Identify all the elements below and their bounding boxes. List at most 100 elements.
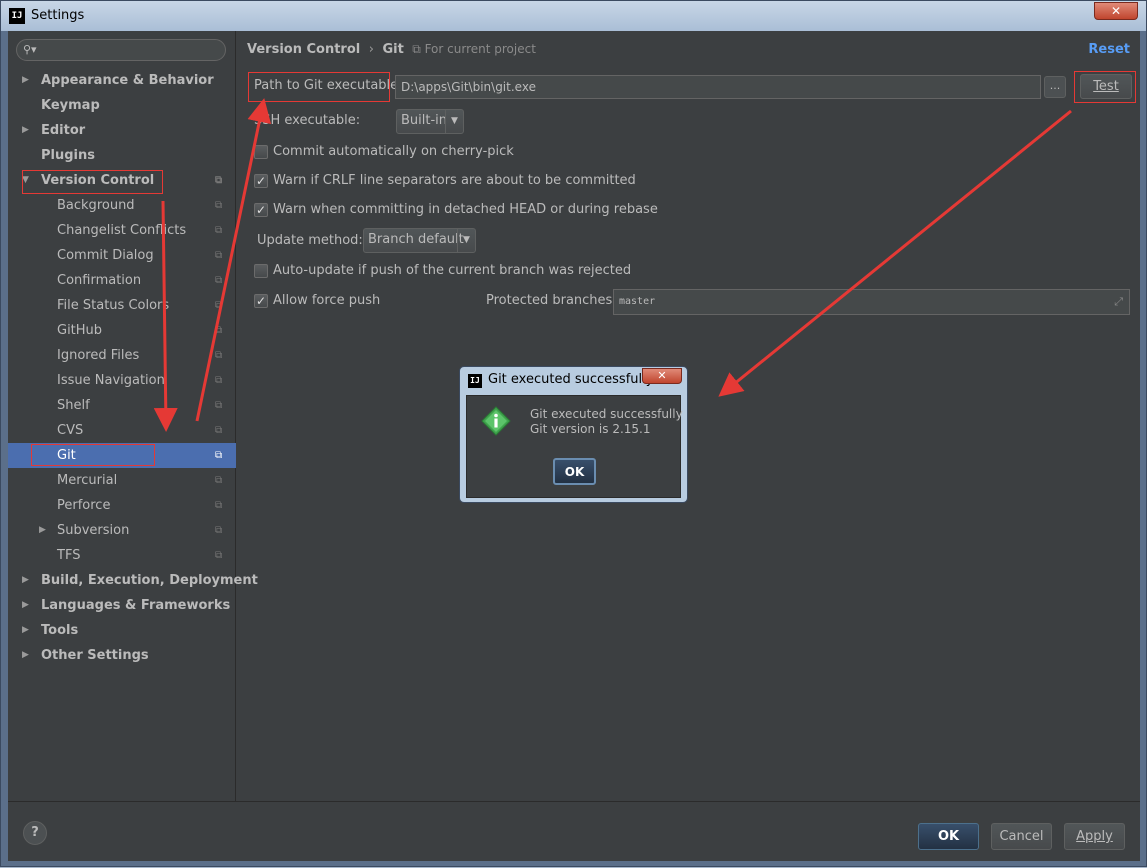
sidebar-item-tools[interactable]: ▶ Tools [8,618,236,643]
project-scope-icon: ⧉ [215,375,223,386]
project-scope-icon: ⧉ [215,175,223,186]
sidebar-item-label: Background [57,198,135,213]
expand-icon[interactable]: ⤢ [1114,290,1123,314]
title-bar: IJ Settings ✕ [1,1,1146,31]
chevron-right-icon[interactable]: ▶ [22,118,29,143]
sidebar-item-commit-dialog[interactable]: Commit Dialog ⧉ [8,243,236,268]
project-scope-icon: ⧉ [215,550,223,561]
window-title: Settings [31,8,85,23]
settings-window: IJ Settings ✕ ⚲▾ ▶ Appearance & Behavior K… [0,0,1147,867]
sidebar-item-label: Plugins [41,148,95,163]
reset-link[interactable]: Reset [1088,42,1130,57]
browse-button[interactable]: ... [1044,76,1066,98]
sidebar-item-tfs[interactable]: TFS ⧉ [8,543,236,568]
project-scope-icon: ⧉ [215,225,223,236]
sidebar-item-shelf[interactable]: Shelf ⧉ [8,393,236,418]
ok-button[interactable]: OK [918,823,979,850]
ssh-executable-select[interactable]: Built-in ▼ [396,109,464,134]
breadcrumb-version-control[interactable]: Version Control [247,42,360,57]
sidebar-item-label: Perforce [57,498,111,513]
sidebar-item-build-execution-deployment[interactable]: ▶ Build, Execution, Deployment [8,568,258,593]
sidebar-item-label: Editor [41,123,86,138]
update-method-select[interactable]: Branch default ▼ [363,228,476,253]
cherry-pick-checkbox[interactable] [254,145,268,159]
help-button[interactable]: ? [23,821,47,845]
chevron-right-icon[interactable]: ▶ [39,518,46,543]
apply-button[interactable]: Apply [1064,823,1125,850]
sidebar-item-github[interactable]: GitHub ⧉ [8,318,236,343]
sidebar-item-mercurial[interactable]: Mercurial ⧉ [8,468,236,493]
chevron-right-icon[interactable]: ▶ [22,568,29,593]
git-path-input[interactable]: D:\apps\Git\bin\git.exe [395,75,1041,99]
sidebar-item-keymap[interactable]: Keymap [8,93,236,118]
force-push-checkbox[interactable]: ✓ [254,294,268,308]
annotation-box-git [31,444,155,466]
cancel-button[interactable]: Cancel [991,823,1052,850]
detached-head-checkbox[interactable]: ✓ [254,203,268,217]
sidebar-item-label: GitHub [57,323,103,338]
sidebar-item-other-settings[interactable]: ▶ Other Settings [8,643,236,668]
ssh-executable-label: SSH executable: [254,113,361,128]
project-scope-icon: ⧉ [215,450,223,461]
sidebar-item-label: Shelf [57,398,90,413]
chevron-down-icon: ▼ [445,110,463,133]
protected-branches-label: Protected branches: [486,293,617,308]
sidebar-item-changelist-conflicts[interactable]: Changelist Conflicts ⧉ [8,218,236,243]
project-scope-icon: ⧉ [215,250,223,261]
chevron-right-icon[interactable]: ▶ [22,68,29,93]
sidebar-item-ignored-files[interactable]: Ignored Files ⧉ [8,343,236,368]
breadcrumb: Version Control › Git ⧉ For current proj… [247,42,536,57]
sidebar-item-background[interactable]: Background ⧉ [8,193,236,218]
sidebar-item-plugins[interactable]: Plugins [8,143,236,168]
intellij-app-icon: IJ [9,8,25,24]
sidebar-item-languages-frameworks[interactable]: ▶ Languages & Frameworks [8,593,236,618]
project-scope-icon: ⧉ [215,475,223,486]
settings-search-input[interactable]: ⚲▾ [16,39,226,61]
annotation-box-version-control [22,170,163,194]
dialog-close-button[interactable]: ✕ [642,368,682,384]
auto-update-label: Auto-update if push of the current branc… [273,263,632,278]
sidebar-item-file-status-colors[interactable]: File Status Colors ⧉ [8,293,236,318]
settings-sidebar: ⚲▾ ▶ Appearance & Behavior Keymap ▶ Editor Pl… [8,31,258,801]
test-button[interactable]: Test [1080,74,1132,99]
search-icon: ⚲▾ [23,43,37,56]
sidebar-item-label: Other Settings [41,648,149,663]
sidebar-item-editor[interactable]: ▶ Editor [8,118,236,143]
sidebar-item-subversion[interactable]: ▶ Subversion ⧉ [8,518,236,543]
chevron-right-icon[interactable]: ▶ [22,643,29,668]
project-scope-icon: ⧉ [215,400,223,411]
sidebar-item-label: Commit Dialog [57,248,154,263]
dialog-ok-button[interactable]: OK [553,458,596,485]
dialog-message-line2: Git version is 2.15.1 [530,422,651,436]
sidebar-item-label: Confirmation [57,273,142,288]
sidebar-item-perforce[interactable]: Perforce ⧉ [8,493,236,518]
sidebar-item-issue-navigation[interactable]: Issue Navigation ⧉ [8,368,236,393]
cherry-pick-label: Commit automatically on cherry-pick [273,144,514,159]
sidebar-item-label: Issue Navigation [57,373,165,388]
chevron-down-icon: ▼ [457,229,475,252]
sidebar-item-label: Subversion [57,523,130,538]
update-method-value: Branch default [368,232,464,247]
sidebar-item-label: Appearance & Behavior [41,73,214,88]
sidebar-item-cvs[interactable]: CVS ⧉ [8,418,236,443]
dialog-title: Git executed successfully [488,372,654,387]
sidebar-item-confirmation[interactable]: Confirmation ⧉ [8,268,236,293]
sidebar-item-appearance-behavior[interactable]: ▶ Appearance & Behavior [8,68,236,93]
project-scope-icon: ⧉ [215,525,223,536]
project-scope-icon: ⧉ [408,42,425,56]
window-close-button[interactable]: ✕ [1094,2,1138,20]
annotation-box-path-label [248,72,390,102]
breadcrumb-separator: › [368,42,374,57]
dialog-footer: ? OK Cancel Apply [8,801,1140,861]
chevron-right-icon[interactable]: ▶ [22,593,29,618]
auto-update-checkbox[interactable] [254,264,268,278]
chevron-right-icon[interactable]: ▶ [22,618,29,643]
git-success-dialog: IJ Git executed successfully ✕ Git execu… [459,366,688,503]
sidebar-item-label: File Status Colors [57,298,170,313]
project-scope-icon: ⧉ [215,300,223,311]
project-scope-icon: ⧉ [215,350,223,361]
protected-branches-input[interactable]: master ⤢ [613,289,1130,315]
crlf-warning-checkbox[interactable]: ✓ [254,174,268,188]
project-scope-icon: ⧉ [215,200,223,211]
project-scope-icon: ⧉ [215,325,223,336]
